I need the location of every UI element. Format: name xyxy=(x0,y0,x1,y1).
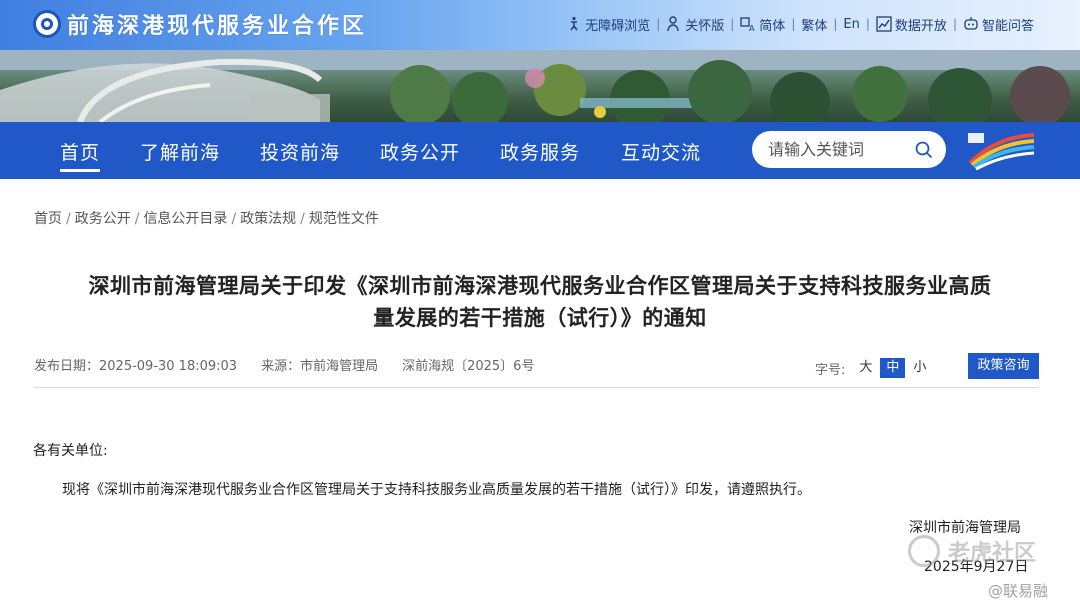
font-size-medium[interactable]: 中 xyxy=(880,358,906,378)
banner-image xyxy=(0,50,1080,122)
smart-qa-label: 智能问答 xyxy=(981,18,1034,34)
traditional-label: 繁体 xyxy=(801,18,828,34)
font-size-small[interactable]: 小 xyxy=(907,358,932,378)
accessibility-label: 无障碍浏览 xyxy=(585,18,651,34)
article-body: 现将《深圳市前海深港现代服务业合作区管理局关于支持科技服务业高质量发展的若干措施… xyxy=(62,482,811,498)
article-title-line1: 深圳市前海管理局关于印发《深圳市前海深港现代服务业合作区管理局关于支持科技服务业… xyxy=(88,274,992,298)
nav-item-invest[interactable]: 投资前海 xyxy=(260,138,340,165)
accessibility-link[interactable]: 无障碍浏览 xyxy=(566,15,650,34)
divider: | xyxy=(952,17,957,31)
divider: | xyxy=(865,17,870,31)
meta-divider xyxy=(34,387,1039,388)
site-logo[interactable]: 前海深港现代服务业合作区 xyxy=(33,9,367,39)
breadcrumb: 首页 / 政务公开 / 信息公开目录 / 政策法规 / 规范性文件 xyxy=(34,208,379,228)
divider: | xyxy=(833,17,838,31)
english-link[interactable]: En xyxy=(843,17,859,32)
doc-number: 深前海规〔2025〕6号 xyxy=(402,359,535,374)
nav-item-gov-services[interactable]: 政务服务 xyxy=(500,138,580,165)
accessibility-icon xyxy=(566,16,582,32)
font-size-label: 字号: xyxy=(815,362,846,378)
source-watermark: @联易融 xyxy=(988,582,1049,600)
source: 来源：市前海管理局 xyxy=(261,359,379,374)
breadcrumb-separator: / xyxy=(300,211,305,227)
smart-qa-link[interactable]: 智能问答 xyxy=(963,15,1034,34)
breadcrumb-home[interactable]: 首页 xyxy=(34,211,62,227)
nav-item-gov-affairs[interactable]: 政务公开 xyxy=(380,138,460,165)
utility-links: 无障碍浏览 | 关怀版 | A 简体 | 繁体 | En | 数据开放 | 智能… xyxy=(566,14,1034,34)
emblem-icon xyxy=(33,10,61,38)
top-bar: 前海深港现代服务业合作区 无障碍浏览 | 关怀版 | A 简体 | 繁体 | E… xyxy=(0,0,1080,50)
publish-date: 发布日期：2025-09-30 18:09:03 xyxy=(34,359,238,374)
site-name: 前海深港现代服务业合作区 xyxy=(67,14,368,39)
article-title: 深圳市前海管理局关于印发《深圳市前海深港现代服务业合作区管理局关于支持科技服务业… xyxy=(30,270,1050,334)
breadcrumb-normative-docs[interactable]: 规范性文件 xyxy=(309,211,379,227)
care-mode-label: 关怀版 xyxy=(685,18,725,34)
breadcrumb-separator: / xyxy=(231,211,237,227)
english-label: En xyxy=(843,16,860,32)
care-mode-link[interactable]: 关怀版 xyxy=(666,15,724,34)
breadcrumb-policies[interactable]: 政策法规 xyxy=(240,211,296,227)
open-data-label: 数据开放 xyxy=(894,18,947,34)
breadcrumb-info-catalog[interactable]: 信息公开目录 xyxy=(143,211,227,227)
divider: | xyxy=(791,17,796,31)
community-watermark: 老虎社区 xyxy=(908,535,1036,567)
nav-item-home[interactable]: 首页 xyxy=(60,138,101,172)
chart-icon xyxy=(876,16,892,32)
signature-org: 深圳市前海管理局 xyxy=(909,520,1021,536)
policy-consult-button[interactable]: 政策咨询 xyxy=(968,353,1039,379)
nav-item-interaction[interactable]: 互动交流 xyxy=(621,138,701,165)
watermark-logo-icon xyxy=(908,535,940,567)
breadcrumb-gov-affairs[interactable]: 政务公开 xyxy=(75,211,131,227)
search-input[interactable] xyxy=(768,140,908,159)
svg-text:A: A xyxy=(749,24,755,32)
article-title-line2: 量发展的若干措施（试行）》的通知 xyxy=(373,306,707,330)
font-size-switcher: 字号: 大 中 小 xyxy=(815,358,932,378)
salutation: 各有关单位: xyxy=(33,443,108,459)
breadcrumb-separator: / xyxy=(134,211,140,227)
article-meta: 发布日期：2025-09-30 18:09:03 来源：市前海管理局 深前海规〔… xyxy=(34,355,558,374)
breadcrumb-separator: / xyxy=(66,211,71,227)
robot-icon xyxy=(963,16,979,32)
divider: | xyxy=(730,17,735,31)
open-data-link[interactable]: 数据开放 xyxy=(876,15,947,34)
qianhai-brand-logo[interactable] xyxy=(966,127,1038,173)
search-icon[interactable] xyxy=(914,140,934,160)
language-icon: A xyxy=(740,16,756,32)
traditional-chinese-link[interactable]: 繁体 xyxy=(801,15,827,34)
search-box xyxy=(752,131,946,168)
community-watermark-text: 老虎社区 xyxy=(948,541,1037,566)
font-size-large[interactable]: 大 xyxy=(853,358,878,378)
care-mode-icon xyxy=(666,16,682,32)
divider: | xyxy=(656,17,661,31)
simplified-label: 简体 xyxy=(759,18,786,34)
simplified-chinese-link[interactable]: A 简体 xyxy=(740,15,785,34)
nav-item-about[interactable]: 了解前海 xyxy=(140,138,220,165)
